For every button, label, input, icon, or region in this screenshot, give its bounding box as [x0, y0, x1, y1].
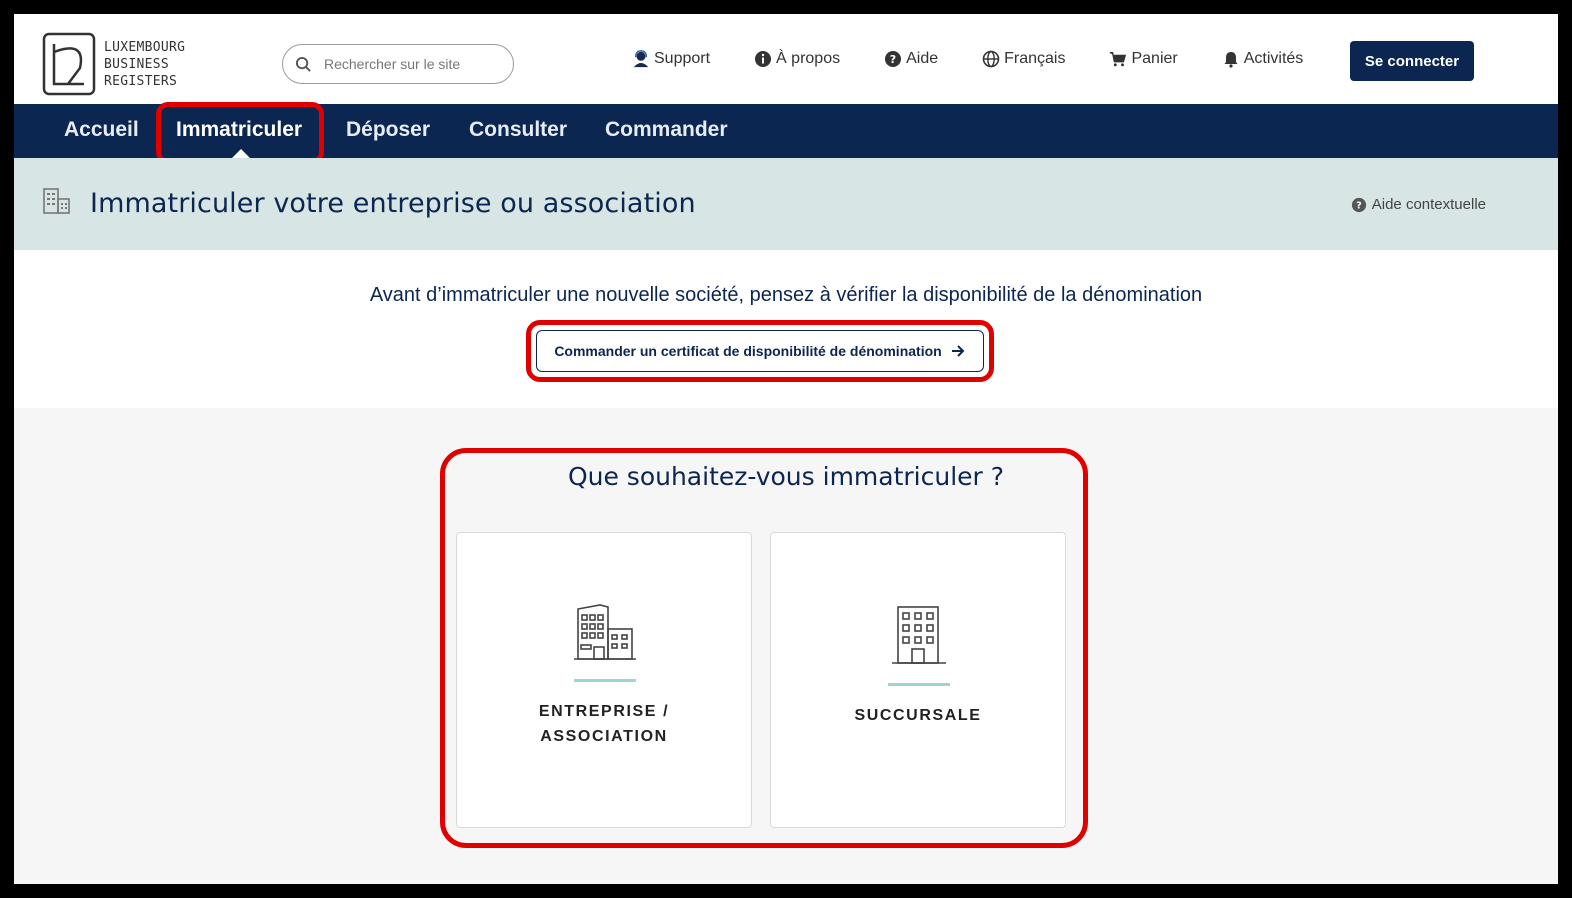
page-header: Immatriculer votre entreprise ou associa…: [14, 158, 1558, 250]
globe-icon: [982, 50, 1000, 68]
search-input[interactable]: [324, 56, 494, 72]
svg-text:?: ?: [890, 53, 896, 66]
about-link[interactable]: À propos: [754, 50, 840, 68]
nav-item-commander[interactable]: Commander: [605, 118, 728, 142]
logo-line-3: REGISTERS: [104, 73, 178, 89]
browser-viewport: LUXEMBOURG BUSINESS REGISTERS Support: [8, 8, 1564, 890]
bell-icon: [1224, 52, 1238, 68]
order-certificate-button[interactable]: Commander un certificat de disponibilité…: [536, 330, 984, 372]
lbr-logo[interactable]: LUXEMBOURG BUSINESS REGISTERS: [42, 32, 185, 96]
card-label-line-1: SUCCURSALE: [854, 707, 982, 724]
name-availability-notice: Avant d’immatriculer une nouvelle sociét…: [14, 250, 1558, 408]
arrow-right-icon: [951, 345, 965, 357]
nav-item-deposer[interactable]: Déposer: [346, 118, 430, 142]
choice-title: Que souhaitez-vous immatriculer ?: [567, 462, 1005, 491]
card-entreprise-association[interactable]: ENTREPRISE / ASSOCIATION: [456, 532, 752, 828]
card-label: SUCCURSALE: [771, 703, 1065, 728]
cart-icon: [1110, 52, 1127, 67]
branch-building-icon: [892, 606, 946, 664]
language-selector[interactable]: Français: [982, 50, 1065, 68]
activities-label: Activités: [1243, 50, 1304, 67]
nav-item-consulter[interactable]: Consulter: [469, 118, 567, 142]
activities-link[interactable]: Activités: [1222, 50, 1304, 68]
order-certificate-label: Commander un certificat de disponibilité…: [554, 343, 942, 359]
about-label: À propos: [776, 50, 841, 67]
help-link[interactable]: ? Aide: [884, 50, 938, 68]
question-icon: ?: [885, 51, 902, 67]
card-succursale[interactable]: SUCCURSALE: [770, 532, 1066, 828]
lbr-logo-icon: [42, 32, 96, 96]
card-label-line-2: ASSOCIATION: [540, 728, 668, 745]
support-link[interactable]: Support: [632, 50, 710, 68]
cart-link[interactable]: Panier: [1109, 50, 1178, 68]
search-box[interactable]: [282, 44, 514, 84]
building-icon: [43, 188, 70, 214]
context-help-link[interactable]: ? Aide contextuelle: [1351, 196, 1486, 213]
main-nav: Accueil Immatriculer Déposer Consulter C…: [14, 104, 1558, 158]
logo-line-2: BUSINESS: [104, 56, 170, 72]
context-help-label: Aide contextuelle: [1371, 196, 1486, 213]
active-nav-indicator: [232, 149, 250, 158]
nav-item-accueil[interactable]: Accueil: [64, 118, 139, 142]
support-label: Support: [654, 50, 711, 67]
cart-label: Panier: [1131, 50, 1178, 67]
company-buildings-icon: [574, 604, 636, 660]
card-accent-bar: [888, 683, 950, 686]
login-button[interactable]: Se connecter: [1350, 41, 1474, 81]
card-accent-bar: [574, 679, 636, 682]
support-agent-icon: [633, 50, 649, 68]
card-label-line-1: ENTREPRISE /: [538, 703, 670, 720]
card-label: ENTREPRISE / ASSOCIATION: [457, 699, 751, 749]
page-title: Immatriculer votre entreprise ou associa…: [90, 188, 696, 219]
nav-item-immatriculer[interactable]: Immatriculer: [176, 118, 302, 142]
question-icon: ?: [1351, 197, 1366, 212]
info-icon: [755, 51, 772, 67]
top-bar: LUXEMBOURG BUSINESS REGISTERS Support: [14, 14, 1558, 104]
logo-line-1: LUXEMBOURG: [104, 39, 186, 55]
search-icon: [295, 56, 311, 72]
help-label: Aide: [906, 50, 939, 67]
svg-text:?: ?: [1356, 200, 1362, 211]
language-label: Français: [1004, 50, 1066, 67]
notice-text: Avant d’immatriculer une nouvelle sociét…: [369, 284, 1203, 306]
